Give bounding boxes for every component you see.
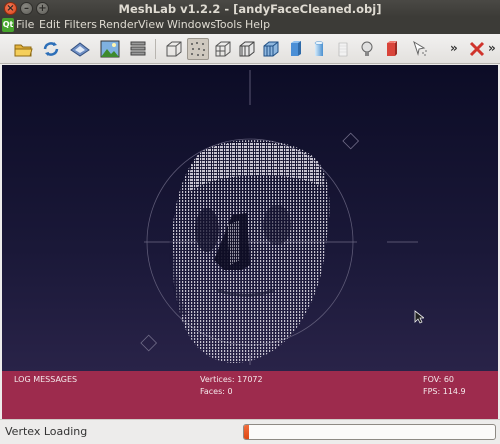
- mouse-cursor-icon: [414, 310, 424, 324]
- delete-button[interactable]: [466, 38, 488, 60]
- log-panel: LOG MESSAGES Vertices: 17072 Faces: 0 FO…: [2, 371, 498, 419]
- red-x-icon: [469, 41, 485, 57]
- toolbar-separator: [155, 39, 156, 59]
- fps-value: FPS: 114.9: [423, 387, 466, 396]
- wireframe-button[interactable]: [212, 38, 234, 60]
- reload-button[interactable]: [40, 38, 62, 60]
- progress-fill: [244, 425, 250, 439]
- toolbar-overflow-button-2[interactable]: »: [488, 41, 496, 55]
- hidden-lines-icon: [239, 41, 255, 57]
- faces-count: Faces: 0: [200, 387, 233, 396]
- flat-shading-icon: [291, 41, 301, 56]
- vertices-count: Vertices: 17072: [200, 375, 263, 384]
- toolbar: » »: [0, 34, 500, 64]
- loading-progress-bar: [243, 424, 496, 440]
- reload-icon: [43, 42, 59, 56]
- menu-render[interactable]: Render: [99, 18, 138, 31]
- status-bar: Vertex Loading: [0, 419, 500, 444]
- toolbar-overflow-button[interactable]: »: [450, 41, 458, 55]
- flat-lines-icon: [263, 41, 279, 57]
- 3d-viewport[interactable]: [2, 65, 498, 371]
- points-render-button[interactable]: [187, 38, 209, 60]
- save-button[interactable]: [69, 38, 91, 60]
- log-title: LOG MESSAGES: [14, 375, 78, 384]
- light-toggle-button[interactable]: [356, 38, 378, 60]
- flat-shading-button[interactable]: [284, 38, 306, 60]
- bounding-box-icon: [166, 41, 182, 57]
- bounding-box-button[interactable]: [163, 38, 185, 60]
- fov-value: FOV: 60: [423, 375, 454, 384]
- title-bar[interactable]: × – + MeshLab v1.2.2 - [andyFaceCleaned.…: [0, 0, 500, 17]
- menu-filters[interactable]: Filters: [64, 18, 97, 31]
- menu-help[interactable]: Help: [245, 18, 270, 31]
- snapshot-button[interactable]: [99, 38, 121, 60]
- points-icon: [191, 42, 205, 56]
- window-title: MeshLab v1.2.2 - [andyFaceCleaned.obj]: [118, 2, 382, 16]
- snapshot-icon: [100, 40, 120, 58]
- open-button[interactable]: [12, 38, 34, 60]
- menu-tools[interactable]: Tools: [215, 18, 242, 31]
- menu-windows[interactable]: Windows: [167, 18, 216, 31]
- save-icon: [70, 42, 90, 57]
- status-message: Vertex Loading: [5, 425, 88, 438]
- select-vertices-button[interactable]: [408, 38, 430, 60]
- face-point-cloud: [169, 140, 330, 363]
- menu-view[interactable]: View: [138, 18, 164, 31]
- meshlab-window: × – + MeshLab v1.2.2 - [andyFaceCleaned.…: [0, 0, 500, 444]
- qt-logo-icon[interactable]: Qt: [2, 18, 14, 32]
- flat-lines-button[interactable]: [260, 38, 282, 60]
- texture-icon: [338, 42, 348, 57]
- layers-icon: [130, 41, 146, 56]
- color-icon: [387, 41, 397, 56]
- hidden-lines-button[interactable]: [236, 38, 258, 60]
- menu-bar: Qt File Edit Filters Render View Windows…: [0, 17, 500, 34]
- color-button[interactable]: [380, 38, 402, 60]
- wireframe-icon: [215, 41, 231, 57]
- texture-button[interactable]: [332, 38, 354, 60]
- menu-edit[interactable]: Edit: [39, 18, 60, 31]
- menu-file[interactable]: File: [16, 18, 34, 31]
- open-folder-icon: [14, 44, 33, 57]
- smooth-shading-button[interactable]: [308, 38, 330, 60]
- select-vertices-icon: [413, 40, 427, 56]
- layers-button[interactable]: [127, 38, 149, 60]
- smooth-shading-icon: [314, 41, 324, 56]
- light-bulb-icon: [361, 41, 373, 56]
